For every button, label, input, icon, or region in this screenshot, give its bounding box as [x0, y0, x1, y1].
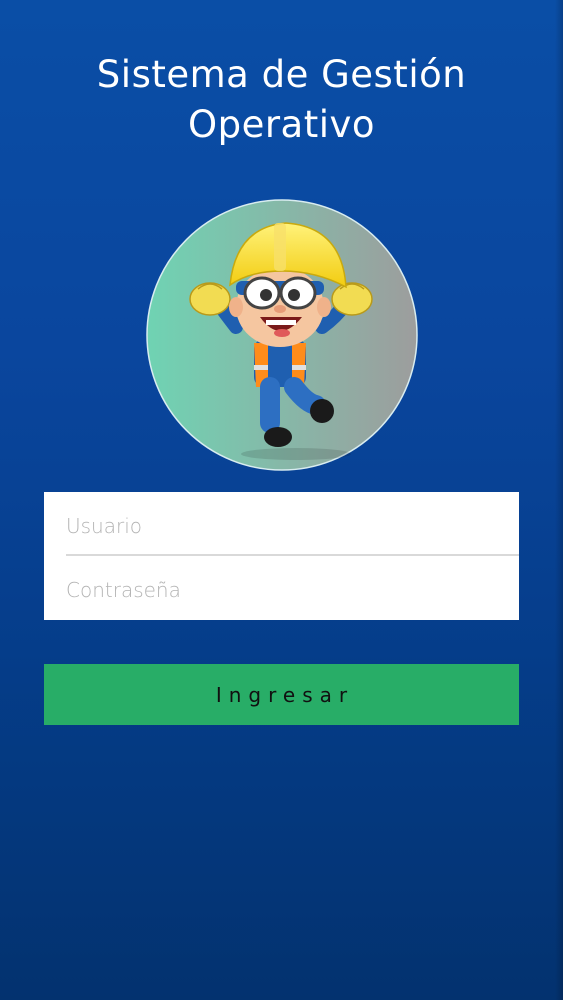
password-field[interactable] — [66, 562, 519, 618]
login-card — [44, 492, 519, 620]
login-screen: Sistema de Gestión Operativo Usuario Ing… — [0, 0, 563, 1000]
title-line-2: Operativo — [187, 103, 376, 146]
avatar — [146, 199, 418, 471]
title-line-1: Sistema de Gestión — [96, 53, 467, 96]
left-glove — [189, 282, 231, 316]
page-title: Sistema de Gestión Operativo — [0, 50, 563, 150]
scrollbar[interactable] — [555, 0, 563, 1000]
right-glove — [331, 282, 373, 316]
login-button[interactable]: Ingresar — [44, 664, 519, 725]
username-field[interactable] — [66, 498, 519, 554]
field-divider — [66, 554, 519, 556]
construction-worker-mascot-icon — [146, 199, 418, 471]
